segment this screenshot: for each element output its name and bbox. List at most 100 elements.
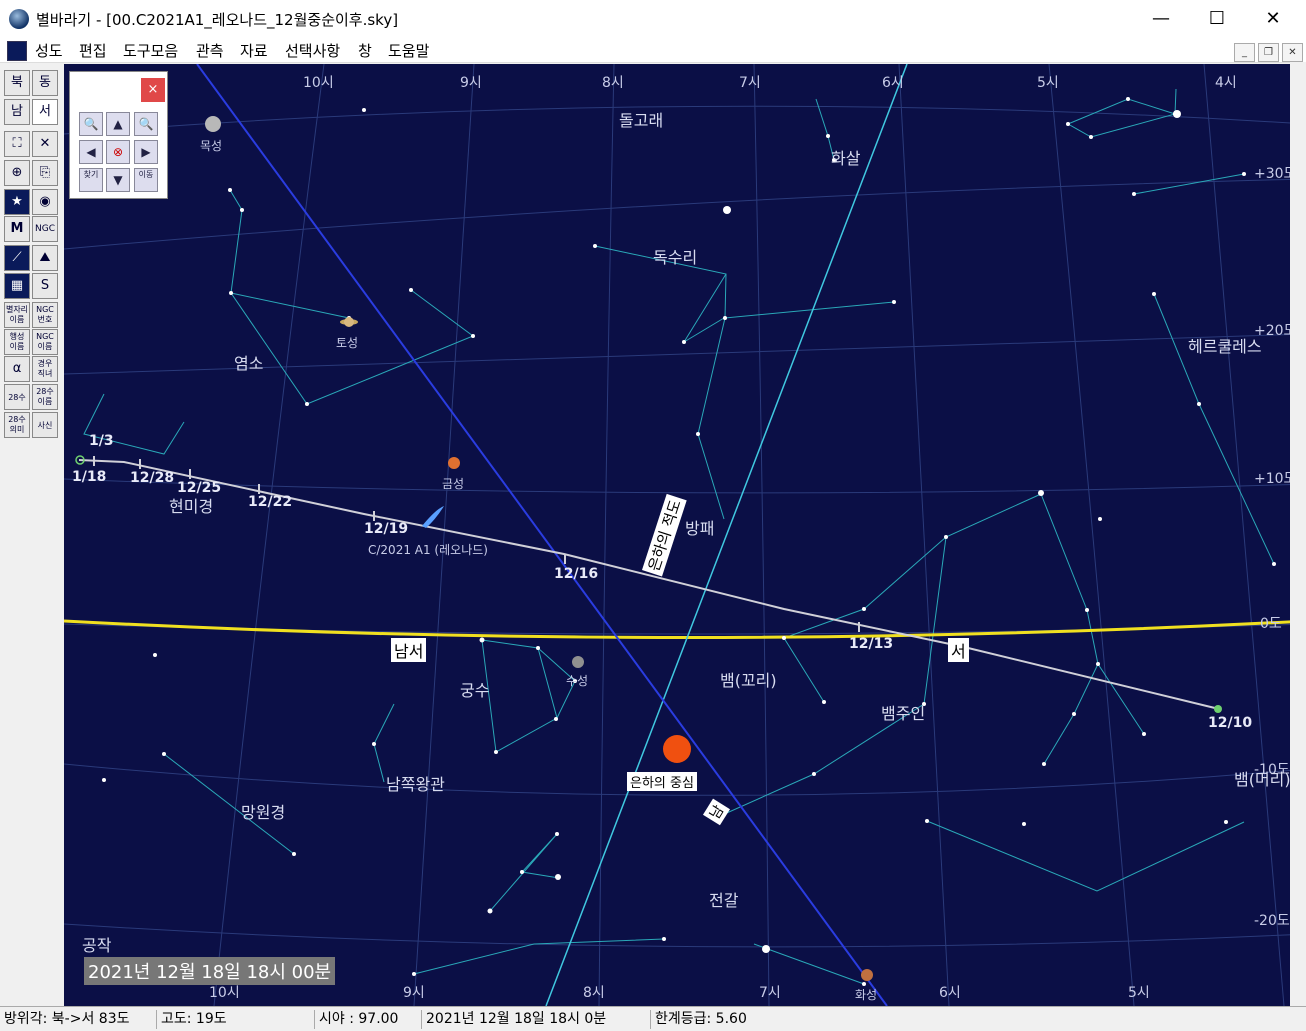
pan-left-icon[interactable]: ◀ — [79, 140, 103, 164]
hour-label: 10시 — [209, 985, 240, 1001]
view-west-button[interactable]: 서 — [32, 99, 58, 125]
comet-date-label: 12/19 — [364, 521, 409, 537]
declination-label: 0도 — [1260, 616, 1282, 632]
document-icon[interactable] — [7, 41, 27, 61]
galaxy-icon[interactable]: ◉ — [32, 189, 58, 215]
view-north-button[interactable]: 북 — [4, 70, 30, 96]
fullscreen-icon[interactable]: ⛶ — [4, 131, 30, 157]
lunar-mansions-button[interactable]: 28수 — [4, 384, 30, 410]
stars-icon[interactable]: ★ — [4, 189, 30, 215]
comet-date-label: 12/22 — [248, 494, 293, 510]
hour-label: 8시 — [583, 985, 605, 1001]
grid-icon[interactable]: ▦ — [4, 273, 30, 299]
constellation-names-button[interactable]: 별자리 이름 — [4, 302, 30, 328]
constellation-label: 전갈 — [709, 891, 739, 910]
constellation-label: 뱀(꼬리) — [720, 671, 777, 690]
hour-label: 5시 — [1128, 985, 1150, 1001]
constellation-label: 망원경 — [241, 803, 286, 822]
azimuth-status: 방위각: 북->서 83도 — [4, 1011, 130, 1027]
limit-magnitude-status: 한계등급: 5.60 — [650, 1010, 775, 1029]
milkyway-icon[interactable]: S — [32, 273, 58, 299]
hour-label: 8시 — [602, 75, 624, 91]
left-toolbar: 북 동 남 서 ⛶ ✕ ⊕ ⎘ ★ ◉ M NGC ⟋ ⛰ ▦ S 별자리 이름… — [0, 64, 65, 1008]
comet-date-label: 12/28 — [130, 470, 175, 486]
mdi-close-button[interactable]: ✕ — [1282, 43, 1303, 62]
hour-label: 7시 — [739, 75, 761, 91]
view-east-button[interactable]: 동 — [32, 70, 58, 96]
hour-label: 5시 — [1037, 75, 1059, 91]
comet-date-label: 1/18 — [72, 469, 107, 485]
menu-edit[interactable]: 편집 — [79, 40, 107, 61]
altitude-status: 고도: 19도 — [156, 1010, 311, 1029]
menu-options[interactable]: 선택사항 — [285, 40, 340, 61]
cross-icon[interactable]: ✕ — [32, 131, 58, 157]
zoom-out-icon[interactable]: 🔍 — [134, 112, 158, 136]
menu-data[interactable]: 자료 — [240, 40, 268, 61]
planet-names-button[interactable]: 행성 이름 — [4, 329, 30, 355]
close-button[interactable]: ✕ — [1244, 0, 1302, 38]
constellation-label: 독수리 — [653, 248, 698, 267]
greek-letters-button[interactable]: α — [4, 356, 30, 382]
galactic-center-label: 은하의 중심 — [627, 772, 697, 791]
menu-observe[interactable]: 관측 — [196, 40, 224, 61]
declination-label: -20도 — [1254, 913, 1290, 929]
print-icon[interactable]: ⎘ — [32, 160, 58, 186]
minimize-button[interactable]: — — [1132, 0, 1190, 38]
star-names-button[interactable]: 경우 직녀 — [32, 356, 58, 382]
ngc-button[interactable]: NGC — [32, 216, 58, 242]
comet-date-label: 12/25 — [177, 480, 222, 496]
status-bar: 방위각: 북->서 83도 고도: 19도 시야 : 97.00 2021년 1… — [0, 1006, 1306, 1031]
view-south-button[interactable]: 남 — [4, 99, 30, 125]
vertical-scrollbar[interactable] — [1290, 62, 1306, 1006]
constellation-label: 남쪽왕관 — [386, 775, 445, 794]
pan-down-icon[interactable]: ▼ — [106, 168, 130, 192]
ecliptic-icon[interactable]: ⟋ — [4, 245, 30, 271]
planet-label: 금성 — [442, 477, 465, 491]
maximize-button[interactable]: ☐ — [1188, 0, 1246, 38]
fov-status: 시야 : 97.00 — [314, 1010, 419, 1029]
comet-date-label: 12/16 — [554, 566, 599, 582]
comet-date-label: 12/13 — [849, 636, 894, 652]
mdi-restore-button[interactable]: ❐ — [1258, 43, 1279, 62]
hour-label: 4시 — [1215, 75, 1237, 91]
ngc-number-button[interactable]: NGC 번호 — [32, 302, 58, 328]
menu-star-chart[interactable]: 성도 — [35, 40, 63, 61]
pan-up-icon[interactable]: ▲ — [106, 112, 130, 136]
panel-close-button[interactable]: × — [141, 78, 165, 102]
constellation-label: 방패 — [685, 519, 715, 538]
messier-button[interactable]: M — [4, 216, 30, 242]
comet-label: C/2021 A1 (레오나드) — [368, 543, 488, 557]
lunar-mansion-meaning-button[interactable]: 28수 의미 — [4, 412, 30, 438]
center-icon[interactable]: ⊗ — [106, 140, 130, 164]
menu-bar: 성도 편집 도구모음 관측 자료 선택사항 창 도움말 — [0, 38, 1306, 63]
sky-chart[interactable]: 10시 9시 8시 7시 6시 5시 4시 10시 9시 8시 7시 6시 5시… — [64, 64, 1306, 1006]
lunar-mansion-names-button[interactable]: 28수 이름 — [32, 384, 58, 410]
planet-label: 목성 — [200, 139, 223, 153]
menu-window[interactable]: 창 — [358, 40, 372, 61]
zoom-in-icon[interactable]: 🔍 — [79, 112, 103, 136]
app-icon — [9, 9, 29, 29]
globe-icon[interactable]: ⊕ — [4, 160, 30, 186]
comet-date-label: 1/3 — [89, 433, 114, 449]
find-button[interactable]: 찾기 — [79, 168, 103, 192]
constellation-label: 돌고래 — [619, 111, 664, 130]
hour-label: 6시 — [939, 985, 961, 1001]
menu-toolbars[interactable]: 도구모음 — [123, 40, 178, 61]
horizon-icon[interactable]: ⛰ — [32, 245, 58, 271]
hour-label: 7시 — [759, 985, 781, 1001]
ngc-names-button[interactable]: NGC 이름 — [32, 329, 58, 355]
pan-right-icon[interactable]: ▶ — [134, 140, 158, 164]
move-button[interactable]: 이동 — [134, 168, 158, 192]
datetime-overlay: 2021년 12월 18일 18시 00분 — [84, 957, 336, 985]
four-symbols-button[interactable]: 사신 — [32, 412, 58, 438]
menu-help[interactable]: 도움말 — [388, 40, 429, 61]
window-title: 별바라기 - [00.C2021A1_레오나드_12월중순이후.sky] — [36, 11, 399, 29]
mdi-minimize-button[interactable]: _ — [1234, 43, 1255, 62]
constellation-label: 화살 — [831, 149, 861, 168]
constellation-label: 공작 — [82, 936, 112, 955]
hour-label: 9시 — [460, 75, 482, 91]
datetime-status: 2021년 12월 18일 18시 0분 — [421, 1010, 651, 1029]
constellation-label: 궁수 — [460, 681, 490, 700]
comet-date-label: 12/10 — [1208, 715, 1253, 731]
planet-label: 토성 — [336, 336, 359, 350]
